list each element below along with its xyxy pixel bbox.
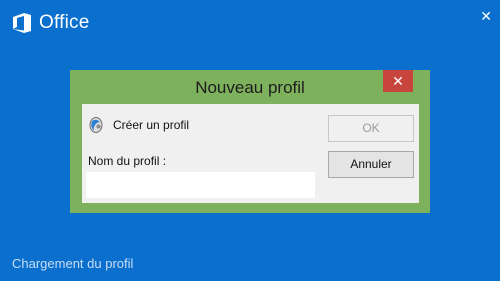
dialog-close-button[interactable]: ✕ [383,70,413,92]
create-profile-row: Créer un profil [88,116,189,134]
office-logo-icon [13,13,31,33]
dialog-panel: Créer un profil Nom du profil : OK Annul… [82,104,419,203]
window-close-button[interactable]: ✕ [480,9,492,23]
status-text: Chargement du profil [12,256,134,271]
ok-button[interactable]: OK [328,115,414,142]
cancel-button[interactable]: Annuler [328,151,414,178]
profile-icon [89,117,103,133]
dialog-title: Nouveau profil [195,78,305,97]
brand-name: Office [39,12,90,33]
create-profile-label: Créer un profil [113,118,190,132]
office-brand: Office [11,12,89,34]
profile-name-input[interactable] [86,172,315,198]
profile-name-label: Nom du profil : [88,154,167,168]
new-profile-dialog: Nouveau profil ✕ Créer un profil Nom du … [70,70,430,213]
